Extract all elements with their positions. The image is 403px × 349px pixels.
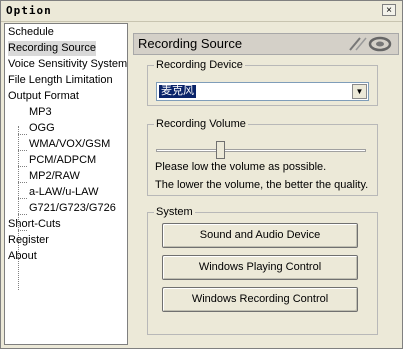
tree-item-schedule[interactable]: Schedule — [8, 25, 54, 40]
system-label: System — [154, 206, 195, 219]
recording-device-label: Recording Device — [154, 59, 245, 72]
tree-item-about[interactable]: About — [8, 249, 37, 264]
tree-item-output-format[interactable]: Output Format — [8, 89, 79, 104]
tree-branch — [18, 198, 27, 199]
tree-item-g721[interactable]: G721/G723/G726 — [29, 201, 116, 216]
close-button[interactable]: × — [382, 4, 396, 16]
tree-branch — [18, 214, 27, 215]
tree-item-mp2[interactable]: MP2/RAW — [29, 169, 80, 184]
window-title: Option — [6, 4, 52, 17]
tree-item-voice-sensitivity[interactable]: Voice Sensitivity System — [8, 57, 127, 72]
volume-slider-track[interactable] — [156, 149, 366, 152]
volume-hint-line-1: Please low the volume as possible. — [155, 161, 327, 173]
tree-item-pcm[interactable]: PCM/ADPCM — [29, 153, 96, 168]
tree-item-recording-source[interactable]: Recording Source — [8, 41, 97, 56]
tree-item-mp3[interactable]: MP3 — [29, 105, 52, 120]
volume-slider-thumb[interactable] — [216, 141, 226, 159]
recording-device-value: 麦克风 — [159, 85, 196, 98]
chevron-down-icon[interactable]: ▼ — [352, 84, 367, 99]
panel-header: Recording Source — [133, 33, 399, 55]
recording-device-group: Recording Device 麦克风 ▼ — [147, 59, 378, 106]
recording-volume-label: Recording Volume — [154, 118, 248, 131]
windows-recording-control-button[interactable]: Windows Recording Control — [162, 287, 358, 312]
panel-title: Recording Source — [138, 36, 243, 51]
app-logo-icon — [349, 36, 392, 52]
tree-item-register[interactable]: Register — [8, 233, 49, 248]
tree-item-wma[interactable]: WMA/VOX/GSM — [29, 137, 110, 152]
tree-branch — [18, 166, 27, 167]
tree-item-alaw[interactable]: a-LAW/u-LAW — [29, 185, 98, 200]
option-window: Option × Schedule Recording Source Voice… — [0, 0, 403, 349]
options-tree: Schedule Recording Source Voice Sensitiv… — [4, 23, 128, 345]
tree-item-ogg[interactable]: OGG — [29, 121, 55, 136]
tree-branch — [18, 150, 27, 151]
recording-device-select[interactable]: 麦克风 ▼ — [156, 82, 369, 101]
system-group: System Sound and Audio Device Windows Pl… — [147, 206, 378, 335]
volume-hint-line-2: The lower the volume, the better the qua… — [155, 179, 369, 191]
title-bar: Option × — [1, 1, 402, 22]
recording-volume-group: Recording Volume Please low the volume a… — [147, 118, 378, 196]
tree-branch — [18, 134, 27, 135]
sound-audio-device-button[interactable]: Sound and Audio Device — [162, 223, 358, 248]
windows-playing-control-button[interactable]: Windows Playing Control — [162, 255, 358, 280]
tree-item-short-cuts[interactable]: Short-Cuts — [8, 217, 61, 232]
options-panel: Recording Source Recording Device 麦克风 ▼ … — [133, 23, 399, 345]
tree-item-file-length[interactable]: File Length Limitation — [8, 73, 113, 88]
tree-branch — [18, 182, 27, 183]
